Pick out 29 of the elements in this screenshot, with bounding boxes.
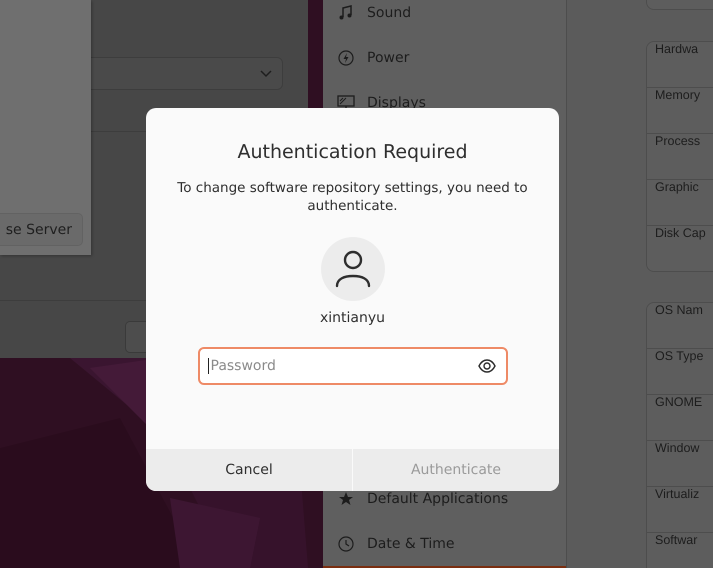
- info-row: OS Nam: [647, 303, 713, 349]
- info-row: OS Type: [647, 349, 713, 395]
- server-button[interactable]: se Server: [0, 213, 83, 246]
- clock-icon: [337, 536, 355, 552]
- lightning-icon: [337, 50, 355, 66]
- info-row: GNOME: [647, 395, 713, 441]
- info-row: Graphic: [647, 180, 713, 226]
- sidebar-item[interactable]: Displays: [323, 80, 566, 125]
- info-row: Virtualiz: [647, 487, 713, 533]
- info-row: Memory: [647, 88, 713, 134]
- sidebar-item[interactable]: Sound: [323, 0, 566, 35]
- monitor-icon: [337, 94, 355, 110]
- star-icon: [337, 490, 355, 506]
- cancel-button[interactable]: Cancel: [146, 449, 352, 491]
- info-row-text: Disk Cap: [654, 226, 707, 242]
- music-note-icon: [337, 4, 355, 20]
- username: xintianyu: [320, 310, 386, 326]
- sidebar-item[interactable]: Date & Time: [323, 521, 566, 566]
- sidebar-item[interactable]: Power: [323, 35, 566, 80]
- chevron-icon: [260, 70, 272, 78]
- dialog-title: Authentication Required: [237, 141, 468, 163]
- info-row: Window: [647, 441, 713, 487]
- user-icon: [334, 249, 370, 289]
- info-row: Hardwa: [647, 42, 713, 88]
- eye-icon[interactable]: [478, 359, 496, 373]
- info-row-text: Softwar: [654, 533, 698, 549]
- dialog-message: To change software repository settings, you need to authenticate.: [176, 179, 529, 215]
- password-field[interactable]: Password: [198, 347, 508, 385]
- info-row: Process: [647, 134, 713, 180]
